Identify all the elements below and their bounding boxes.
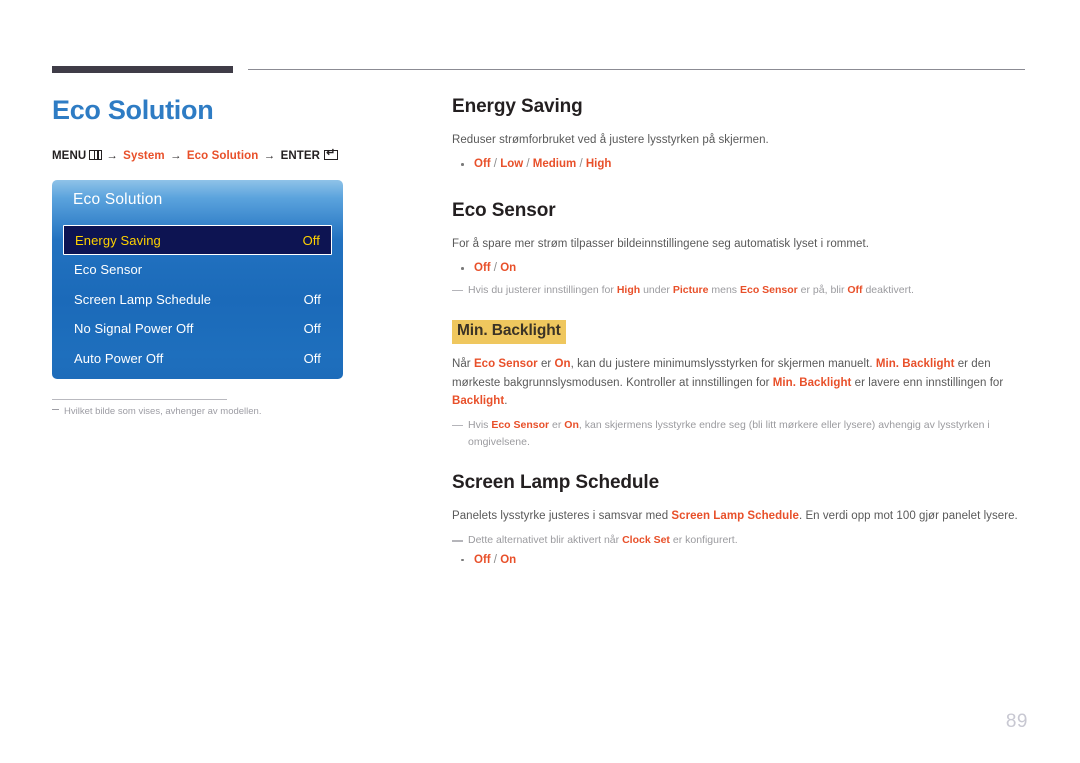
section-screen-lamp-schedule: Screen Lamp Schedule Panelets lysstyrke … [452,472,1027,569]
note-accent-clock-set: Clock Set [622,533,670,546]
osd-row-no-signal-power-off[interactable]: No Signal Power Off Off [63,314,332,344]
note-accent-on: On [564,418,579,431]
option-on: On [500,553,517,566]
note-accent-off: Off [847,283,863,296]
menu-path-enter-label: ENTER [280,149,321,162]
osd-row-value: Off [302,232,320,248]
eco-sensor-description: For å spare mer strøm tilpasser bildeinn… [452,237,869,250]
osd-row-eco-sensor[interactable]: Eco Sensor [63,255,332,285]
body-accent-backlight: Backlight [452,395,505,408]
option-off: Off [474,158,491,171]
note-text: er [549,418,565,431]
menu-grid-icon [89,149,103,160]
option-medium: Medium [532,158,577,171]
section-heading-min-backlight: Min. Backlight [452,320,566,345]
option-high: High [585,158,612,171]
option-off: Off [474,553,491,566]
menu-path-arrow-1: → [106,149,118,162]
left-column: Eco Solution MENU → System → Eco Solution… [52,95,412,162]
section-min-backlight: Min. Backlight Når Eco Sensor er On, kan… [452,320,1027,450]
note-text: deaktivert. [862,283,914,296]
screen-lamp-schedule-description: Panelets lysstyrke justeres i samsvar me… [452,507,1027,526]
section-eco-sensor: Eco Sensor For å spare mer strøm tilpass… [452,200,1027,299]
footnote-text: Hvilket bilde som vises, avhenger av mod… [64,406,262,417]
enter-key-icon [324,147,339,160]
osd-panel-title: Eco Solution [73,191,163,208]
note-text: Dette alternativet blir aktivert når [468,533,623,546]
min-backlight-note: Hvis Eco Sensor er On, kan skjermens lys… [452,417,1027,451]
section-energy-saving: Energy Saving Reduser strømforbruket ved… [452,96,1027,174]
osd-row-label: Auto Power Off [74,350,164,366]
body-accent-eco-sensor: Eco Sensor [473,358,538,371]
body-text: er lavere enn innstillingen for [851,376,1004,389]
body-text: er [537,358,555,371]
option-off: Off [474,262,491,275]
energy-saving-options: Off / Low / Medium / High [452,155,1027,173]
note-accent-eco-sensor: Eco Sensor [491,418,550,431]
osd-row-auto-power-off[interactable]: Auto Power Off Off [63,344,332,374]
image-footnote: Hvilket bilde som vises, avhenger av mod… [52,406,261,417]
page-number: 89 [1005,711,1028,732]
section-heading-energy-saving: Energy Saving [452,96,583,117]
option-low: Low [500,158,524,171]
menu-path-menu-label: MENU [52,149,87,162]
osd-row-value: Off [303,291,321,307]
osd-menu-list: Energy Saving Off Eco Sensor Screen Lamp… [63,225,332,373]
note-text: er konfigurert. [669,533,738,546]
note-text: Hvis du justerer innstillingen for [468,283,617,296]
menu-path-arrow-2: → [169,149,182,162]
osd-row-label: Energy Saving [75,232,161,248]
note-text: er på, blir [797,283,848,296]
osd-row-label: No Signal Power Off [74,321,194,337]
body-text: Når [452,358,474,371]
body-accent-min-backlight-2: Min. Backlight [772,376,852,389]
osd-row-value: Off [303,350,321,366]
osd-row-value: Off [303,321,321,337]
menu-path-step-eco-solution: Eco Solution [186,149,259,162]
page-title: Eco Solution [52,95,214,125]
option-on: On [500,262,517,275]
footnote-dash-icon [52,409,59,410]
section-heading-eco-sensor: Eco Sensor [452,199,556,221]
screen-lamp-schedule-note: Dette alternativet blir aktivert når Clo… [452,532,1027,549]
body-accent-on: On [554,358,571,371]
osd-row-label: Eco Sensor [74,262,143,278]
body-accent-screen-lamp-schedule: Screen Lamp Schedule [671,510,799,523]
note-accent-high: High [616,283,641,296]
eco-sensor-options: Off / On [452,259,1027,277]
osd-row-energy-saving[interactable]: Energy Saving Off [63,225,332,255]
osd-row-screen-lamp-schedule[interactable]: Screen Lamp Schedule Off [63,285,332,315]
menu-path-breadcrumb: MENU → System → Eco Solution → ENTER [52,147,412,162]
energy-saving-description: Reduser strømforbruket ved å justere lys… [452,133,769,146]
note-text: mens [708,283,740,296]
osd-menu-panel: Eco Solution Energy Saving Off Eco Senso… [52,180,343,379]
note-accent-eco-sensor: Eco Sensor [739,283,798,296]
eco-sensor-note: Hvis du justerer innstillingen for High … [452,282,1027,299]
note-accent-picture: Picture [672,283,709,296]
body-accent-min-backlight: Min. Backlight [875,358,955,371]
header-rule-thin [248,69,1025,70]
header-rule-thick [52,66,233,73]
body-text: Panelets lysstyrke justeres i samsvar me… [452,510,672,523]
body-text: . [504,395,508,408]
section-heading-screen-lamp-schedule: Screen Lamp Schedule [452,472,660,494]
note-text: under [640,283,673,296]
screen-lamp-schedule-options: Off / On [452,551,1027,569]
body-text: , kan du justere minimumslysstyrken for … [570,358,876,371]
note-text: Hvis [468,418,492,431]
menu-path-arrow-3: → [263,149,276,162]
osd-row-label: Screen Lamp Schedule [74,291,212,307]
body-text: . En verdi opp mot 100 gjør panelet lyse… [798,510,1018,523]
menu-path-step-system: System [123,149,165,162]
min-backlight-description: Når Eco Sensor er On, kan du justere min… [452,355,1027,411]
footnote-divider [52,399,227,400]
right-column: Energy Saving Reduser strømforbruket ved… [452,96,1027,569]
